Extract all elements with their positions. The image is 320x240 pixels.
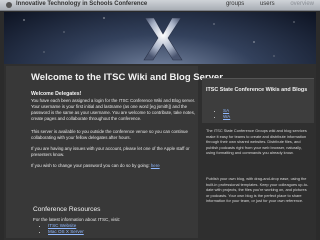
nav-users-link[interactable]: users	[260, 1, 275, 7]
sidebar-links-box: ITSC State Conference Wikis and Blogs SA…	[202, 78, 314, 123]
password-paragraph: If you wish to change your password you …	[31, 163, 197, 169]
resources-heading: Conference Resources	[33, 206, 101, 213]
change-password-link[interactable]: here	[151, 163, 160, 168]
top-nav: groups users overview	[212, 1, 314, 7]
resources-list: ITSC Website Mac OS X Server	[42, 223, 84, 235]
sidebar: ITSC State Conference Wikis and Blogs SA…	[202, 78, 314, 238]
itsc-website-link[interactable]: ITSC Website	[48, 223, 76, 228]
nav-overview-link[interactable]: overview	[290, 1, 314, 7]
resources-subheading: For the latest information about ITSC, v…	[33, 217, 121, 222]
intro-paragraph: You have each been assigned a login for …	[31, 98, 196, 121]
sidebar-title: ITSC State Conference Wikis and Blogs	[206, 87, 308, 93]
sidebar-link-wa[interactable]: WA	[223, 114, 230, 119]
sidebar-blog-description: Publish your own blog, with drag-and-dro…	[206, 176, 309, 204]
nav-groups-link[interactable]: groups	[226, 1, 244, 7]
page-container: Welcome to the ITSC Wiki and Blog Server…	[4, 64, 316, 240]
password-text: If you wish to change your password you …	[31, 163, 151, 168]
server-logo-icon	[6, 2, 12, 8]
list-item: WA	[223, 114, 230, 120]
sidebar-description: The ITSC State Conference Groups wiki an…	[206, 128, 307, 156]
sidebar-links: SA WA	[218, 108, 230, 120]
mac-os-x-server-link[interactable]: Mac OS X Server	[48, 229, 84, 234]
welcome-heading: Welcome Delegates!	[31, 91, 82, 97]
galaxy-x-logo-icon	[23, 17, 295, 61]
support-paragraph: If you are having any issues with your a…	[31, 146, 190, 157]
list-item: Mac OS X Server	[48, 229, 84, 235]
availability-paragraph: This server is available to you outside …	[31, 129, 188, 140]
page-title: Welcome to the ITSC Wiki and Blog Server	[31, 72, 223, 83]
site-title: Innovative Technology in Schools Confere…	[16, 1, 148, 7]
sidebar-link-sa[interactable]: SA	[223, 108, 229, 113]
main-content: Welcome to the ITSC Wiki and Blog Server…	[6, 66, 223, 238]
header-banner	[4, 12, 316, 64]
top-menubar: Innovative Technology in Schools Confere…	[0, 0, 320, 11]
